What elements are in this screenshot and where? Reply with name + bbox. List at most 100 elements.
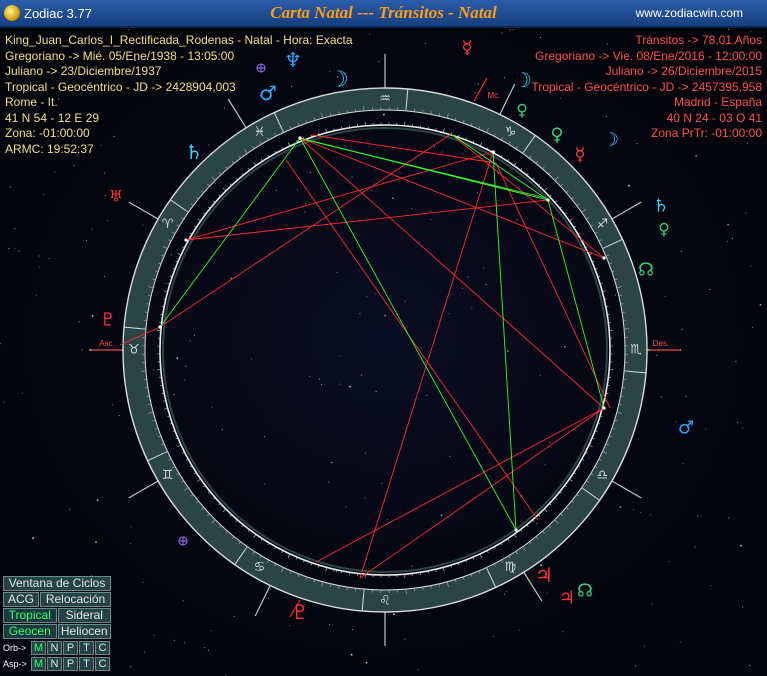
aspect-line-red <box>185 199 549 241</box>
inner-degree-tick <box>543 187 548 192</box>
outer-house-boundary <box>89 54 681 646</box>
asp-toggle-t[interactable]: T <box>79 656 94 671</box>
planet-mars-icon[interactable]: ♂ <box>259 81 277 105</box>
side-menu: Ventana de Ciclos ACG Relocación Tropica… <box>3 576 111 672</box>
orb-toggle-c[interactable]: C <box>95 640 110 655</box>
asp-toggle-c[interactable]: C <box>95 656 110 671</box>
planet-venus-icon[interactable]: ♀ <box>550 125 563 146</box>
planet-node-icon[interactable]: ☊ <box>638 260 654 281</box>
house-cusp-line <box>611 201 642 220</box>
house-cusp-line <box>128 201 159 220</box>
planet-neptune-icon[interactable]: ♆ <box>284 48 302 72</box>
acg-button[interactable]: ACG <box>3 592 39 607</box>
planet-mars-icon[interactable]: ♂ <box>678 418 694 439</box>
sign-glyph-pisces: ♓ <box>254 125 266 140</box>
zodiac-ring <box>122 87 648 613</box>
orb-toggles: Orb-> M N P T C <box>3 640 111 655</box>
mc-label: Mc. <box>488 91 501 100</box>
natal-planet-marker <box>546 198 550 202</box>
orb-toggle-t[interactable]: T <box>79 640 94 655</box>
inner-degree-tick <box>287 142 291 147</box>
house-cusp-line <box>254 585 271 617</box>
house-cusp-line <box>499 83 516 115</box>
asp-label: Asp-> <box>3 658 27 669</box>
planet-jupiter-icon[interactable]: ♃ <box>535 563 553 587</box>
orb-toggle-m[interactable]: M <box>31 640 46 655</box>
geocentric-button[interactable]: Geocen <box>3 624 57 639</box>
planet-jupiter-icon[interactable]: ♃ <box>559 588 575 609</box>
sign-glyph-cancer: ♋ <box>254 560 266 575</box>
title-bar[interactable]: Zodiac 3.77 Carta Natal --- Tránsitos - … <box>0 0 767 28</box>
sidereal-button[interactable]: Sideral <box>57 608 111 623</box>
inner-degree-tick <box>177 444 182 448</box>
sign-glyph-virgo: ♍ <box>505 560 517 575</box>
asp-toggle-p[interactable]: P <box>63 656 78 671</box>
sign-glyph-libra: ♎ <box>597 468 609 483</box>
sign-glyph-gemini: ♊ <box>162 468 174 483</box>
inner-degree-tick <box>287 553 291 558</box>
planet-saturn-icon[interactable]: ♄ <box>185 140 203 164</box>
aspect-line-red <box>311 134 497 164</box>
zodiac-band <box>123 88 647 612</box>
asp-toggle-m[interactable]: M <box>31 656 46 671</box>
inner-degree-tick <box>513 534 517 538</box>
heliocentric-button[interactable]: Heliocen <box>57 624 111 639</box>
natal-planet-marker <box>491 150 495 154</box>
inner-degree-tick <box>197 478 201 482</box>
mc-axis-line <box>473 77 488 102</box>
tropical-button[interactable]: Tropical <box>3 608 57 623</box>
natal-planet-marker <box>184 238 188 242</box>
natal-planet-marker <box>158 325 162 329</box>
inner-degree-tick <box>479 553 483 558</box>
inner-degree-tick <box>543 508 548 513</box>
natal-planet-marker <box>298 136 302 140</box>
website-link[interactable]: www.zodiacwin.com <box>636 6 743 20</box>
planet-mercury-icon[interactable]: ☿ <box>574 145 585 166</box>
aspect-line-red <box>285 159 539 521</box>
planet-moon-icon[interactable]: ☽ <box>329 68 349 93</box>
inner-degree-tick <box>177 252 182 256</box>
sign-glyph-capricorn: ♑ <box>505 125 517 140</box>
inner-degree-tick <box>222 187 227 192</box>
sign-glyph-aries: ♈ <box>162 217 174 232</box>
inner-degree-tick <box>588 444 593 448</box>
planet-mercury-icon[interactable]: ☿ <box>461 38 472 59</box>
inner-degree-tick <box>222 508 227 513</box>
inner-degree-tick <box>569 478 573 482</box>
planet-moon-icon[interactable]: ☽ <box>603 130 619 151</box>
inner-degree-tick <box>253 162 257 166</box>
inner-degree-tick <box>197 218 201 222</box>
asp-toggle-n[interactable]: N <box>47 656 62 671</box>
sign-glyph-aquarius: ♒ <box>379 92 391 107</box>
planet-pluto-icon[interactable]: ♇ <box>291 600 309 624</box>
orb-toggle-n[interactable]: N <box>47 640 62 655</box>
aspect-line-green <box>299 137 517 531</box>
house-cusp-line <box>128 480 159 499</box>
cycles-window-button[interactable]: Ventana de Ciclos <box>3 576 111 591</box>
house-cusp-line <box>227 98 247 129</box>
aspect-toggles: Asp-> M N P T C <box>3 656 111 671</box>
natal-planet-marker <box>602 406 606 410</box>
house-division-lines <box>89 54 681 646</box>
des-label: Des. <box>653 339 669 348</box>
inner-degree-tick <box>479 142 483 147</box>
planet-saturn-icon[interactable]: ♄ <box>653 196 669 217</box>
aspect-line-green <box>492 151 517 531</box>
sign-glyph-sagittarius: ♐ <box>597 217 609 232</box>
sign-glyph-taurus: ♉ <box>128 343 140 358</box>
inner-degree-tick <box>513 162 517 166</box>
planet-pluto-icon[interactable]: ♇ <box>100 310 116 331</box>
relocation-button[interactable]: Relocación <box>40 592 111 607</box>
planet-uranus-icon[interactable]: ♅ <box>109 187 123 206</box>
orb-label: Orb-> <box>3 642 27 653</box>
planet-venus-icon[interactable]: ♀ <box>516 101 528 120</box>
planet-venus-icon[interactable]: ♀ <box>658 220 670 239</box>
sign-glyph-scorpio: ♏ <box>630 343 642 358</box>
planet-node-icon[interactable]: ☊ <box>577 581 593 602</box>
planet-moon-icon[interactable]: ☽ <box>514 68 532 92</box>
orb-toggle-p[interactable]: P <box>63 640 78 655</box>
zodiac-band-inner-edge <box>144 109 626 591</box>
aspect-line-green <box>305 139 547 199</box>
inner-degree-tick <box>253 534 257 538</box>
astro-chart-wheel[interactable]: ♉♊♋♌♍♎♏♐♑♒♓♈ ☿♆☽♄♂♅♇☽♀☽☿♀♄♀☊♂♃♃ ☊♇ Asc. D… <box>0 28 767 676</box>
